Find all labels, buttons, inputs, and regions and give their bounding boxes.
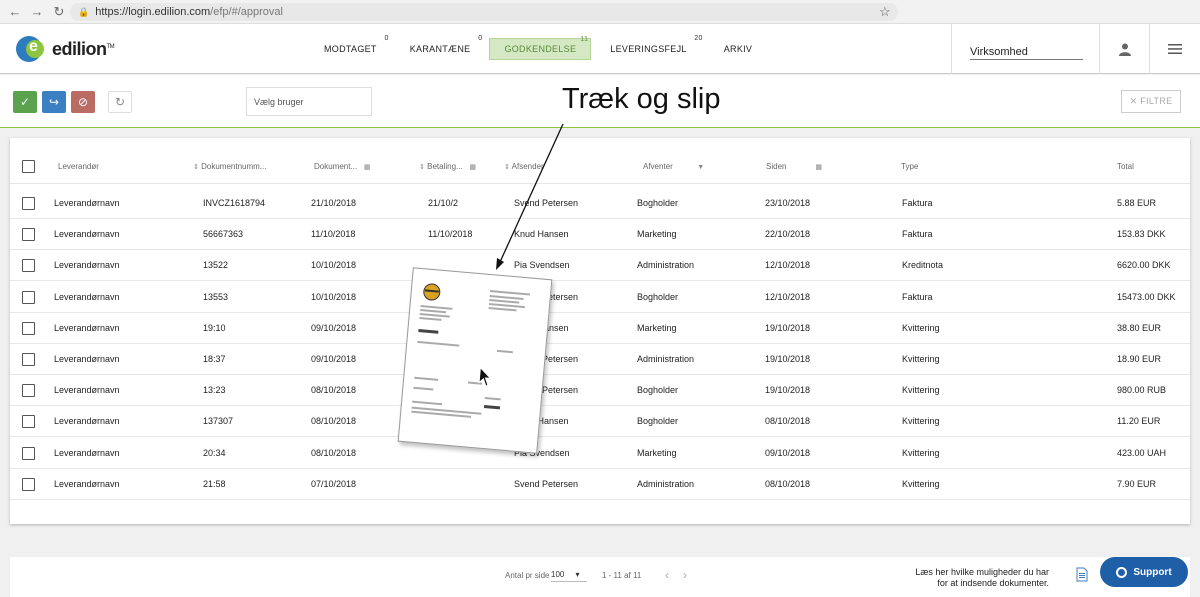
support-button[interactable]: Support [1100,557,1188,587]
dropdown-caret-icon: ▾ [575,570,580,579]
chat-bubble-icon [1116,566,1128,578]
document-icon[interactable] [1076,567,1088,587]
upload-hint-text[interactable]: Læs her hvilke muligheder du har for at … [909,567,1049,589]
per-page-label: Antal pr side [505,571,550,580]
annotation-arrow [496,123,564,270]
prev-page-icon[interactable]: ‹ [665,568,669,582]
pagination-range: 1 - 11 af 11 [602,571,642,580]
per-page-select[interactable]: 100 ▾ [551,570,587,582]
next-page-icon[interactable]: › [683,568,687,582]
table-footer: Antal pr side 100 ▾ 1 - 11 af 11 ‹ › Læs… [10,557,1190,597]
